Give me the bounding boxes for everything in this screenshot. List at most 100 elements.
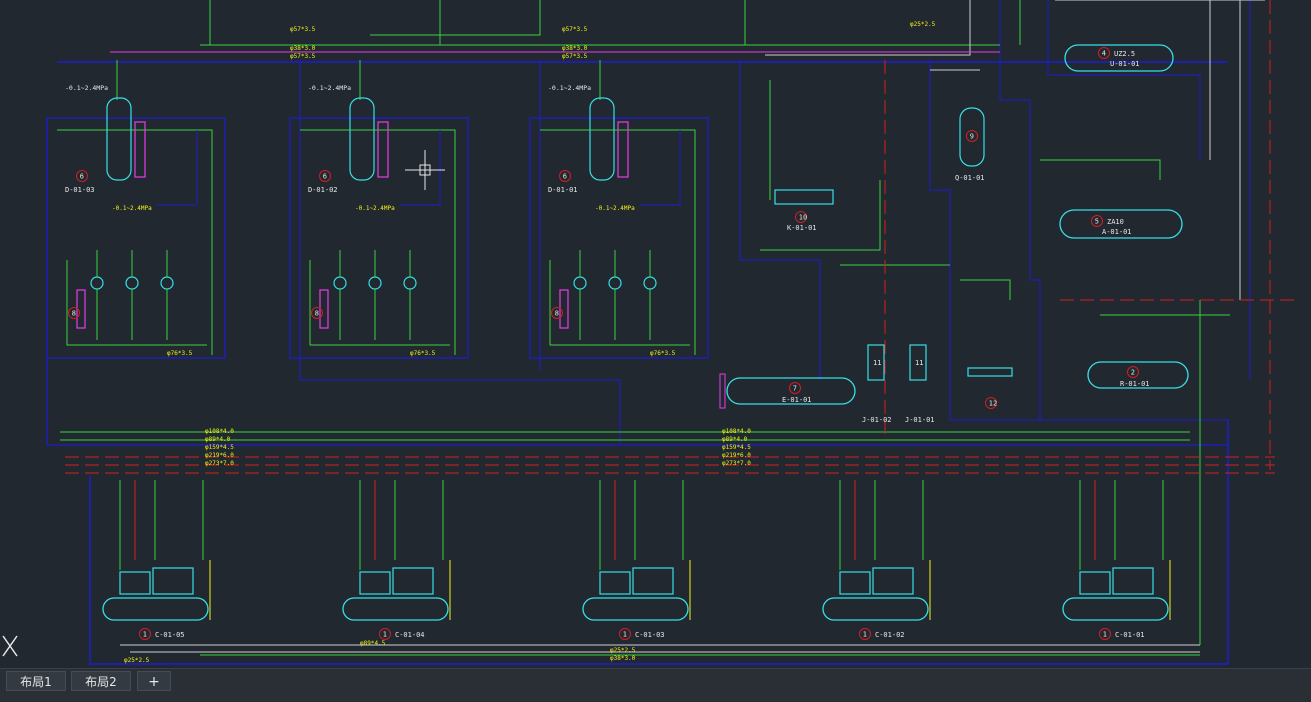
equipment-number: 6 (563, 173, 567, 181)
motor (359, 571, 391, 595)
equipment-number: 2 (1131, 369, 1135, 377)
pump-symbol (125, 276, 139, 290)
top-label: φ57*3.5 (290, 26, 316, 33)
compressor (632, 567, 674, 595)
equipment-number: 8 (315, 310, 319, 318)
header-label: φ219*6.0 (722, 452, 751, 459)
receiver-vessel (1062, 597, 1169, 621)
header-label: φ159*4.5 (722, 444, 751, 451)
equipment-tag: C-01-05 (155, 631, 185, 639)
pipe-label: φ38*3.0 (610, 655, 636, 662)
pipe-line (66, 260, 207, 346)
motor (839, 571, 871, 595)
pump-symbol (368, 276, 382, 290)
pressure-label: -0.1~2.4MPa (65, 84, 108, 92)
header-label: φ273*7.0 (205, 460, 234, 467)
reactor-vessel (589, 97, 615, 181)
compressor (1112, 567, 1154, 595)
equipment-number: 9 (970, 133, 974, 141)
compressor (392, 567, 434, 595)
equipment-tag: C-01-03 (635, 631, 665, 639)
tab-layout-2[interactable]: 布局2 (71, 671, 131, 691)
equipment-number: 7 (793, 385, 797, 393)
equipment-number: 1 (383, 631, 387, 639)
equipment-number: 11 (873, 359, 881, 367)
equipment-tag: D-01-02 (308, 186, 338, 194)
receiver-vessel (102, 597, 209, 621)
equipment-tag: J-01-02 (862, 416, 892, 424)
header-label: φ89*4.0 (205, 436, 231, 443)
pipe-line (157, 130, 198, 206)
header-label: φ219*6.0 (205, 452, 234, 459)
compressor-unit: 1 C-01-03 (582, 480, 691, 640)
reactor-module: -0.1~2.4MPa -0.1~2.4MPa 6 D-01-01 8 φ76*3.5 (529, 60, 709, 359)
equipment-tag: C-01-02 (875, 631, 905, 639)
tab-layout-1[interactable]: 布局1 (6, 671, 66, 691)
receiver-vessel (342, 597, 449, 621)
add-layout-button[interactable]: + (137, 671, 171, 691)
pressure-label: -0.1~2.4MPa (355, 205, 395, 212)
equipment-number: 6 (80, 173, 84, 181)
equipment-number: 11 (915, 359, 923, 367)
pressure-label: -0.1~2.4MPa (548, 84, 591, 92)
equipment-tag: D-01-01 (548, 186, 578, 194)
separator (967, 367, 1013, 377)
equipment-number: 5 (1095, 218, 1099, 226)
header-label: φ89*4.0 (722, 436, 748, 443)
pump-symbol (160, 276, 174, 290)
pump-symbol (608, 276, 622, 290)
compressor (152, 567, 194, 595)
pipe-label: φ25*2.5 (124, 657, 150, 664)
header-label: φ108*4.0 (722, 428, 751, 435)
pipe-label: φ89*4.5 (360, 640, 386, 647)
pump-symbol (333, 276, 347, 290)
equipment-tag: U-01-01 (1110, 60, 1140, 68)
equipment-tag: C-01-01 (1115, 631, 1145, 639)
equipment-number: 10 (799, 214, 807, 222)
equipment-tag: R-01-01 (1120, 380, 1150, 388)
pipe-label: φ76*3.5 (167, 350, 193, 357)
pipe-label: φ76*3.5 (650, 350, 676, 357)
top-label: φ38*3.0 (562, 45, 588, 52)
equipment-name: UZ2.5 (1114, 50, 1135, 58)
pid-drawing: φ57*3.5 φ38*3.0 φ57*3.5 φ57*3.5 φ38*3.0 … (2, 0, 1300, 665)
reactor-vessel (106, 97, 132, 181)
equipment-name: ZA10 (1107, 218, 1124, 226)
equipment-number: 6 (323, 173, 327, 181)
receiver-vessel (582, 597, 689, 621)
top-label: φ38*3.0 (290, 45, 316, 52)
pipe-label: φ25*2.5 (610, 647, 636, 654)
compressor-unit: 1 C-01-04 (342, 480, 451, 640)
pipe-label: φ76*3.5 (410, 350, 436, 357)
reactor-boundary (46, 117, 226, 359)
equipment-tag: D-01-03 (65, 186, 95, 194)
pipe-line (309, 260, 450, 346)
pump-symbol (573, 276, 587, 290)
pipe-line (640, 130, 681, 206)
filter-unit (774, 189, 834, 205)
equipment-tag: K-01-01 (787, 224, 817, 232)
header-label: φ159*4.5 (205, 444, 234, 451)
reactor-module: -0.1~2.4MPa -0.1~2.4MPa 6 D-01-02 8 φ76*3.5 (289, 60, 469, 359)
reactor-boundary (289, 117, 469, 359)
equipment-tag: A-01-01 (1102, 228, 1132, 236)
layout-tab-bar: 布局1 布局2 + (0, 668, 1311, 702)
equipment-number: 8 (555, 310, 559, 318)
compressor (872, 567, 914, 595)
motor (119, 571, 151, 595)
equipment-tag: J-01-01 (905, 416, 935, 424)
pressure-label: -0.1~2.4MPa (112, 205, 152, 212)
top-label: φ57*3.5 (562, 26, 588, 33)
pressure-label: -0.1~2.4MPa (595, 205, 635, 212)
equipment-number: 4 (1102, 50, 1106, 58)
equipment-number: 1 (1103, 631, 1107, 639)
drawing-canvas[interactable]: φ57*3.5 φ38*3.0 φ57*3.5 φ57*3.5 φ38*3.0 … (0, 0, 1311, 668)
equipment-tag: C-01-04 (395, 631, 425, 639)
receiver-vessel (822, 597, 929, 621)
top-label: φ57*3.5 (562, 53, 588, 60)
equipment-number: 1 (863, 631, 867, 639)
flange (719, 373, 726, 409)
motor (1079, 571, 1111, 595)
reactor-vessel (349, 97, 375, 181)
pipe-line (549, 260, 690, 346)
